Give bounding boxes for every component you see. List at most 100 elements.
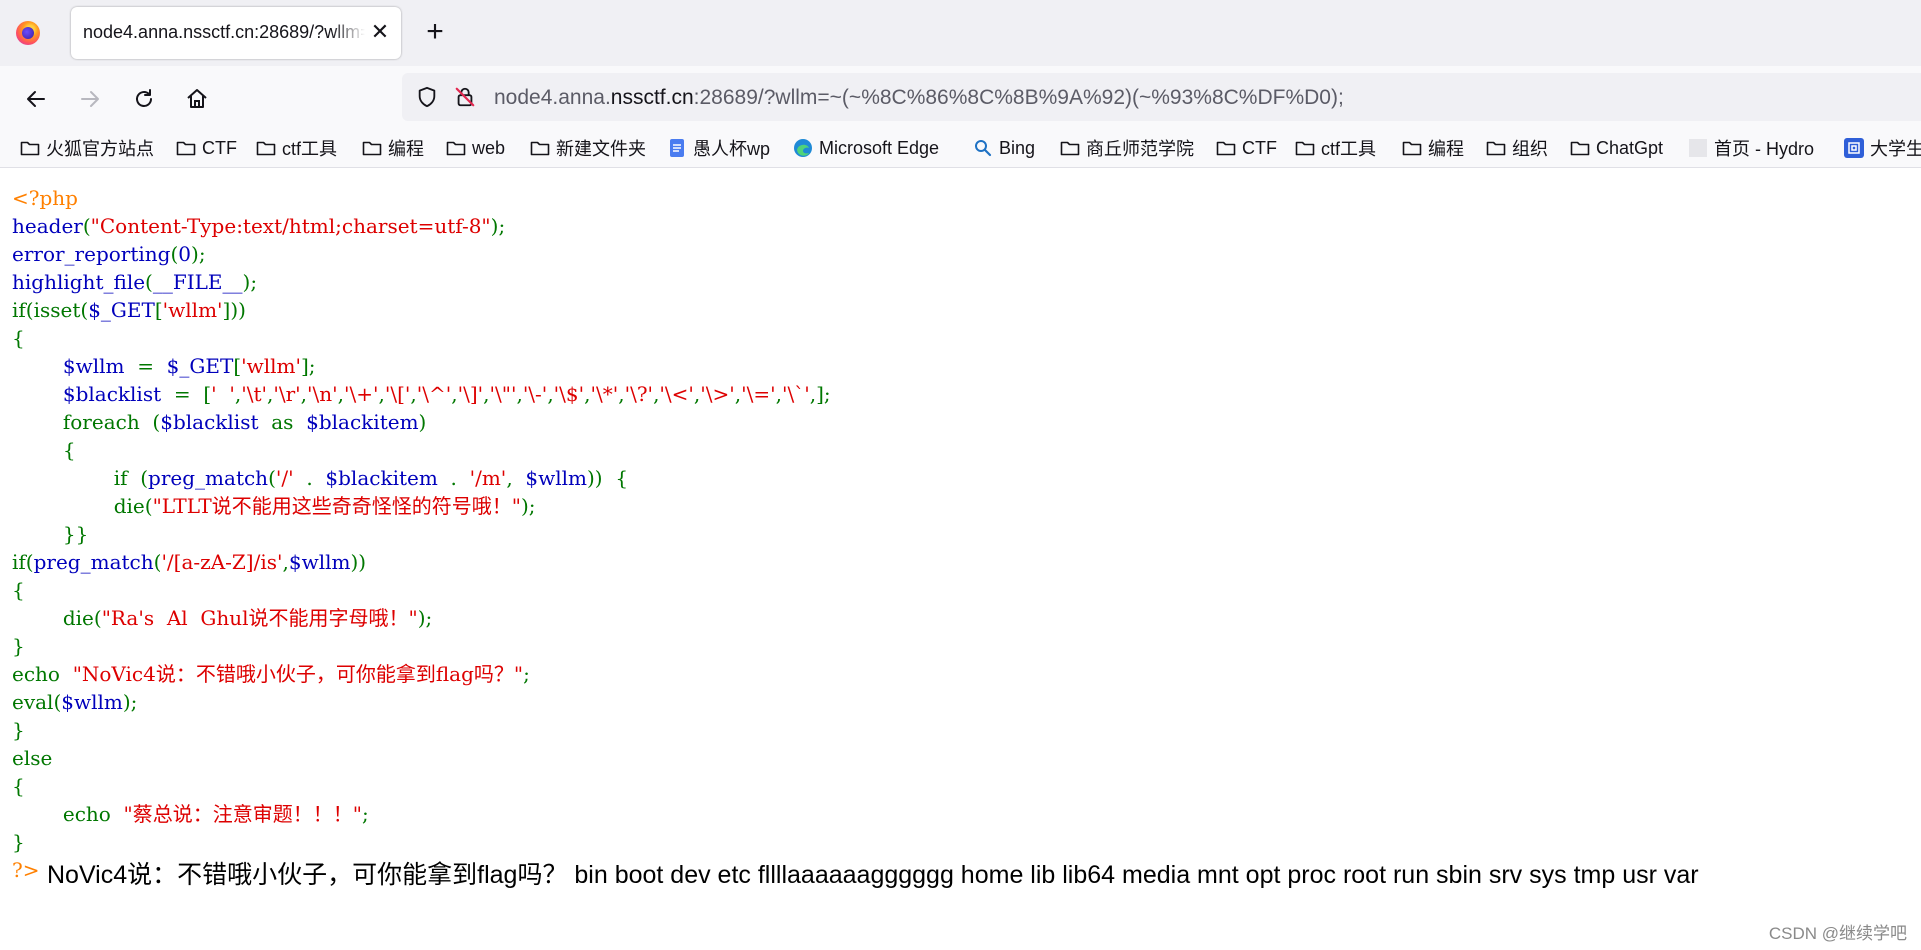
bookmark-item[interactable]: ChatGpt bbox=[1570, 133, 1663, 163]
bookmark-item[interactable]: 愚人杯wp bbox=[667, 133, 770, 163]
code-line: { bbox=[12, 774, 25, 798]
folder-icon bbox=[362, 138, 382, 158]
search-icon bbox=[973, 138, 993, 158]
bookmark-label: 大学生 bbox=[1870, 139, 1921, 159]
code-line: { bbox=[12, 326, 25, 350]
bookmark-label: 商丘师范学院 bbox=[1086, 139, 1194, 159]
code-line: if(isset($_GET['wllm'])) bbox=[12, 298, 246, 322]
folder-icon bbox=[20, 138, 40, 158]
edge-icon bbox=[793, 138, 813, 158]
bookmark-item[interactable]: 编程 bbox=[362, 133, 424, 163]
code-line: if (preg_match('/' . $blackitem . '/m', … bbox=[12, 466, 629, 490]
bookmark-label: 愚人杯wp bbox=[693, 139, 771, 159]
shield-icon[interactable] bbox=[414, 84, 440, 110]
url-bar[interactable]: node4.anna.nssctf.cn:28689/?wllm=~(~%8C%… bbox=[402, 73, 1921, 121]
bookmark-label: 编程 bbox=[1428, 139, 1464, 159]
code-line: { bbox=[12, 438, 76, 462]
folder-icon bbox=[256, 138, 276, 158]
code-line: $wllm = $_GET['wllm']; bbox=[12, 354, 316, 378]
bookmark-item[interactable]: CTF bbox=[176, 133, 237, 163]
command-output: NoVic4说：不错哦小伙子，可你能拿到flag吗？ bin boot dev … bbox=[47, 861, 1699, 889]
bookmark-item[interactable]: web bbox=[446, 133, 505, 163]
folder-icon bbox=[1402, 138, 1422, 158]
bookmarks-toolbar: 火狐官方站点 CTF ctf工具 编程 web 新建文件夹 愚人杯wp Micr… bbox=[0, 130, 1921, 168]
bookmark-label: CTF bbox=[1242, 137, 1277, 158]
forward-arrow-icon bbox=[81, 91, 99, 107]
url-path: :28689/?wllm=~(~%8C%86%8C%8B%9A%92)(~%93… bbox=[693, 86, 1344, 109]
code-line: error_reporting(0); bbox=[12, 242, 206, 266]
reload-button[interactable] bbox=[127, 82, 161, 116]
bookmark-item[interactable]: 火狐官方站点 bbox=[20, 133, 154, 163]
code-line: } bbox=[12, 718, 25, 742]
active-tab[interactable]: node4.anna.nssctf.cn:28689/?wllm=~(~%8C%… bbox=[71, 7, 401, 59]
bookmark-item[interactable]: 组织 bbox=[1486, 133, 1548, 163]
folder-icon bbox=[1216, 138, 1236, 158]
reload-icon bbox=[136, 89, 152, 107]
code-line: eval($wllm); bbox=[12, 690, 138, 714]
page-icon bbox=[1688, 138, 1708, 158]
bookmark-item[interactable]: 新建文件夹 bbox=[530, 133, 646, 163]
bookmark-item[interactable]: ctf工具 bbox=[256, 133, 337, 163]
folder-icon bbox=[1060, 138, 1080, 158]
code-line: foreach ($blacklist as $blackitem) bbox=[12, 410, 427, 434]
folder-icon bbox=[176, 138, 196, 158]
folder-icon bbox=[530, 138, 550, 158]
url-domain: nssctf.cn bbox=[610, 86, 694, 109]
folder-icon bbox=[1570, 138, 1590, 158]
code-line: } bbox=[12, 830, 25, 854]
code-line: highlight_file(__FILE__); bbox=[12, 270, 258, 294]
bookmark-label: 编程 bbox=[388, 139, 424, 159]
code-line: echo "蔡总说：注意审题！！！"; bbox=[12, 802, 369, 826]
code-line: } bbox=[12, 634, 25, 658]
folder-icon bbox=[1486, 138, 1506, 158]
folder-icon bbox=[446, 138, 466, 158]
code-line: <?php bbox=[12, 186, 78, 210]
bookmark-label: Microsoft Edge bbox=[819, 137, 940, 158]
code-line: else bbox=[12, 746, 53, 770]
bookmark-item[interactable]: 大学生 bbox=[1844, 133, 1921, 163]
bookmark-item[interactable]: 首页 - Hydro bbox=[1688, 133, 1814, 163]
bookmark-label: 组织 bbox=[1512, 139, 1548, 159]
bookmark-label: ChatGpt bbox=[1596, 137, 1664, 158]
bookmark-label: ctf工具 bbox=[282, 139, 338, 159]
bookmark-label: 火狐官方站点 bbox=[46, 139, 154, 159]
bookmark-item[interactable]: Microsoft Edge bbox=[793, 133, 939, 163]
bookmark-label: Bing bbox=[999, 137, 1036, 158]
code-line: { bbox=[12, 578, 25, 602]
url-text[interactable]: node4.anna.nssctf.cn:28689/?wllm=~(~%8C%… bbox=[494, 85, 1344, 111]
bookmark-item[interactable]: 编程 bbox=[1402, 133, 1464, 163]
code-line: }} bbox=[12, 522, 89, 546]
code-line: $blacklist = [' ','\t','\r','\n','\+','\… bbox=[12, 382, 831, 406]
url-prefix: node4.anna. bbox=[494, 86, 611, 109]
bookmark-label: 新建文件夹 bbox=[556, 139, 646, 159]
bookmark-item[interactable]: Bing bbox=[973, 133, 1035, 163]
back-arrow-icon bbox=[27, 91, 45, 107]
home-button[interactable] bbox=[180, 82, 214, 116]
csdn-watermark: CSDN @继续学吧 bbox=[1768, 924, 1907, 943]
bookmark-item[interactable]: CTF bbox=[1216, 133, 1277, 163]
tab-title: node4.anna.nssctf.cn:28689/?wllm=~(~%8C%… bbox=[83, 22, 365, 42]
bookmark-item[interactable]: 商丘师范学院 bbox=[1060, 133, 1194, 163]
code-line: die("LTLT说不能用这些奇奇怪怪的符号哦！"); bbox=[12, 494, 536, 518]
forward-button[interactable] bbox=[73, 82, 107, 116]
bookmark-label: ctf工具 bbox=[1321, 139, 1377, 159]
code-line: die("Ra's Al Ghul说不能用字母哦！"); bbox=[12, 606, 433, 630]
firefox-icon[interactable] bbox=[16, 21, 40, 45]
code-line: if(preg_match('/[a-zA-Z]/is',$wllm)) bbox=[12, 550, 367, 574]
bookmark-item[interactable]: ctf工具 bbox=[1295, 133, 1376, 163]
back-button[interactable] bbox=[19, 82, 53, 116]
bookmark-label: web bbox=[472, 137, 506, 158]
tab-strip: node4.anna.nssctf.cn:28689/?wllm=~(~%8C%… bbox=[0, 0, 1921, 66]
bookmark-label: 首页 - Hydro bbox=[1714, 139, 1815, 159]
doc-icon bbox=[667, 138, 687, 158]
folder-icon bbox=[1295, 138, 1315, 158]
code-line: echo "NoVic4说：不错哦小伙子，可你能拿到flag吗？"; bbox=[12, 662, 530, 686]
code-line: header("Content-Type:text/html;charset=u… bbox=[12, 214, 506, 238]
insecure-lock-icon[interactable] bbox=[452, 84, 478, 110]
home-icon bbox=[187, 89, 207, 108]
new-tab-button[interactable]: + bbox=[420, 17, 450, 47]
close-tab-icon[interactable]: ✕ bbox=[367, 19, 393, 45]
blue-app-icon bbox=[1844, 138, 1864, 158]
bookmark-label: CTF bbox=[202, 137, 237, 158]
code-line: ?> bbox=[12, 858, 40, 882]
